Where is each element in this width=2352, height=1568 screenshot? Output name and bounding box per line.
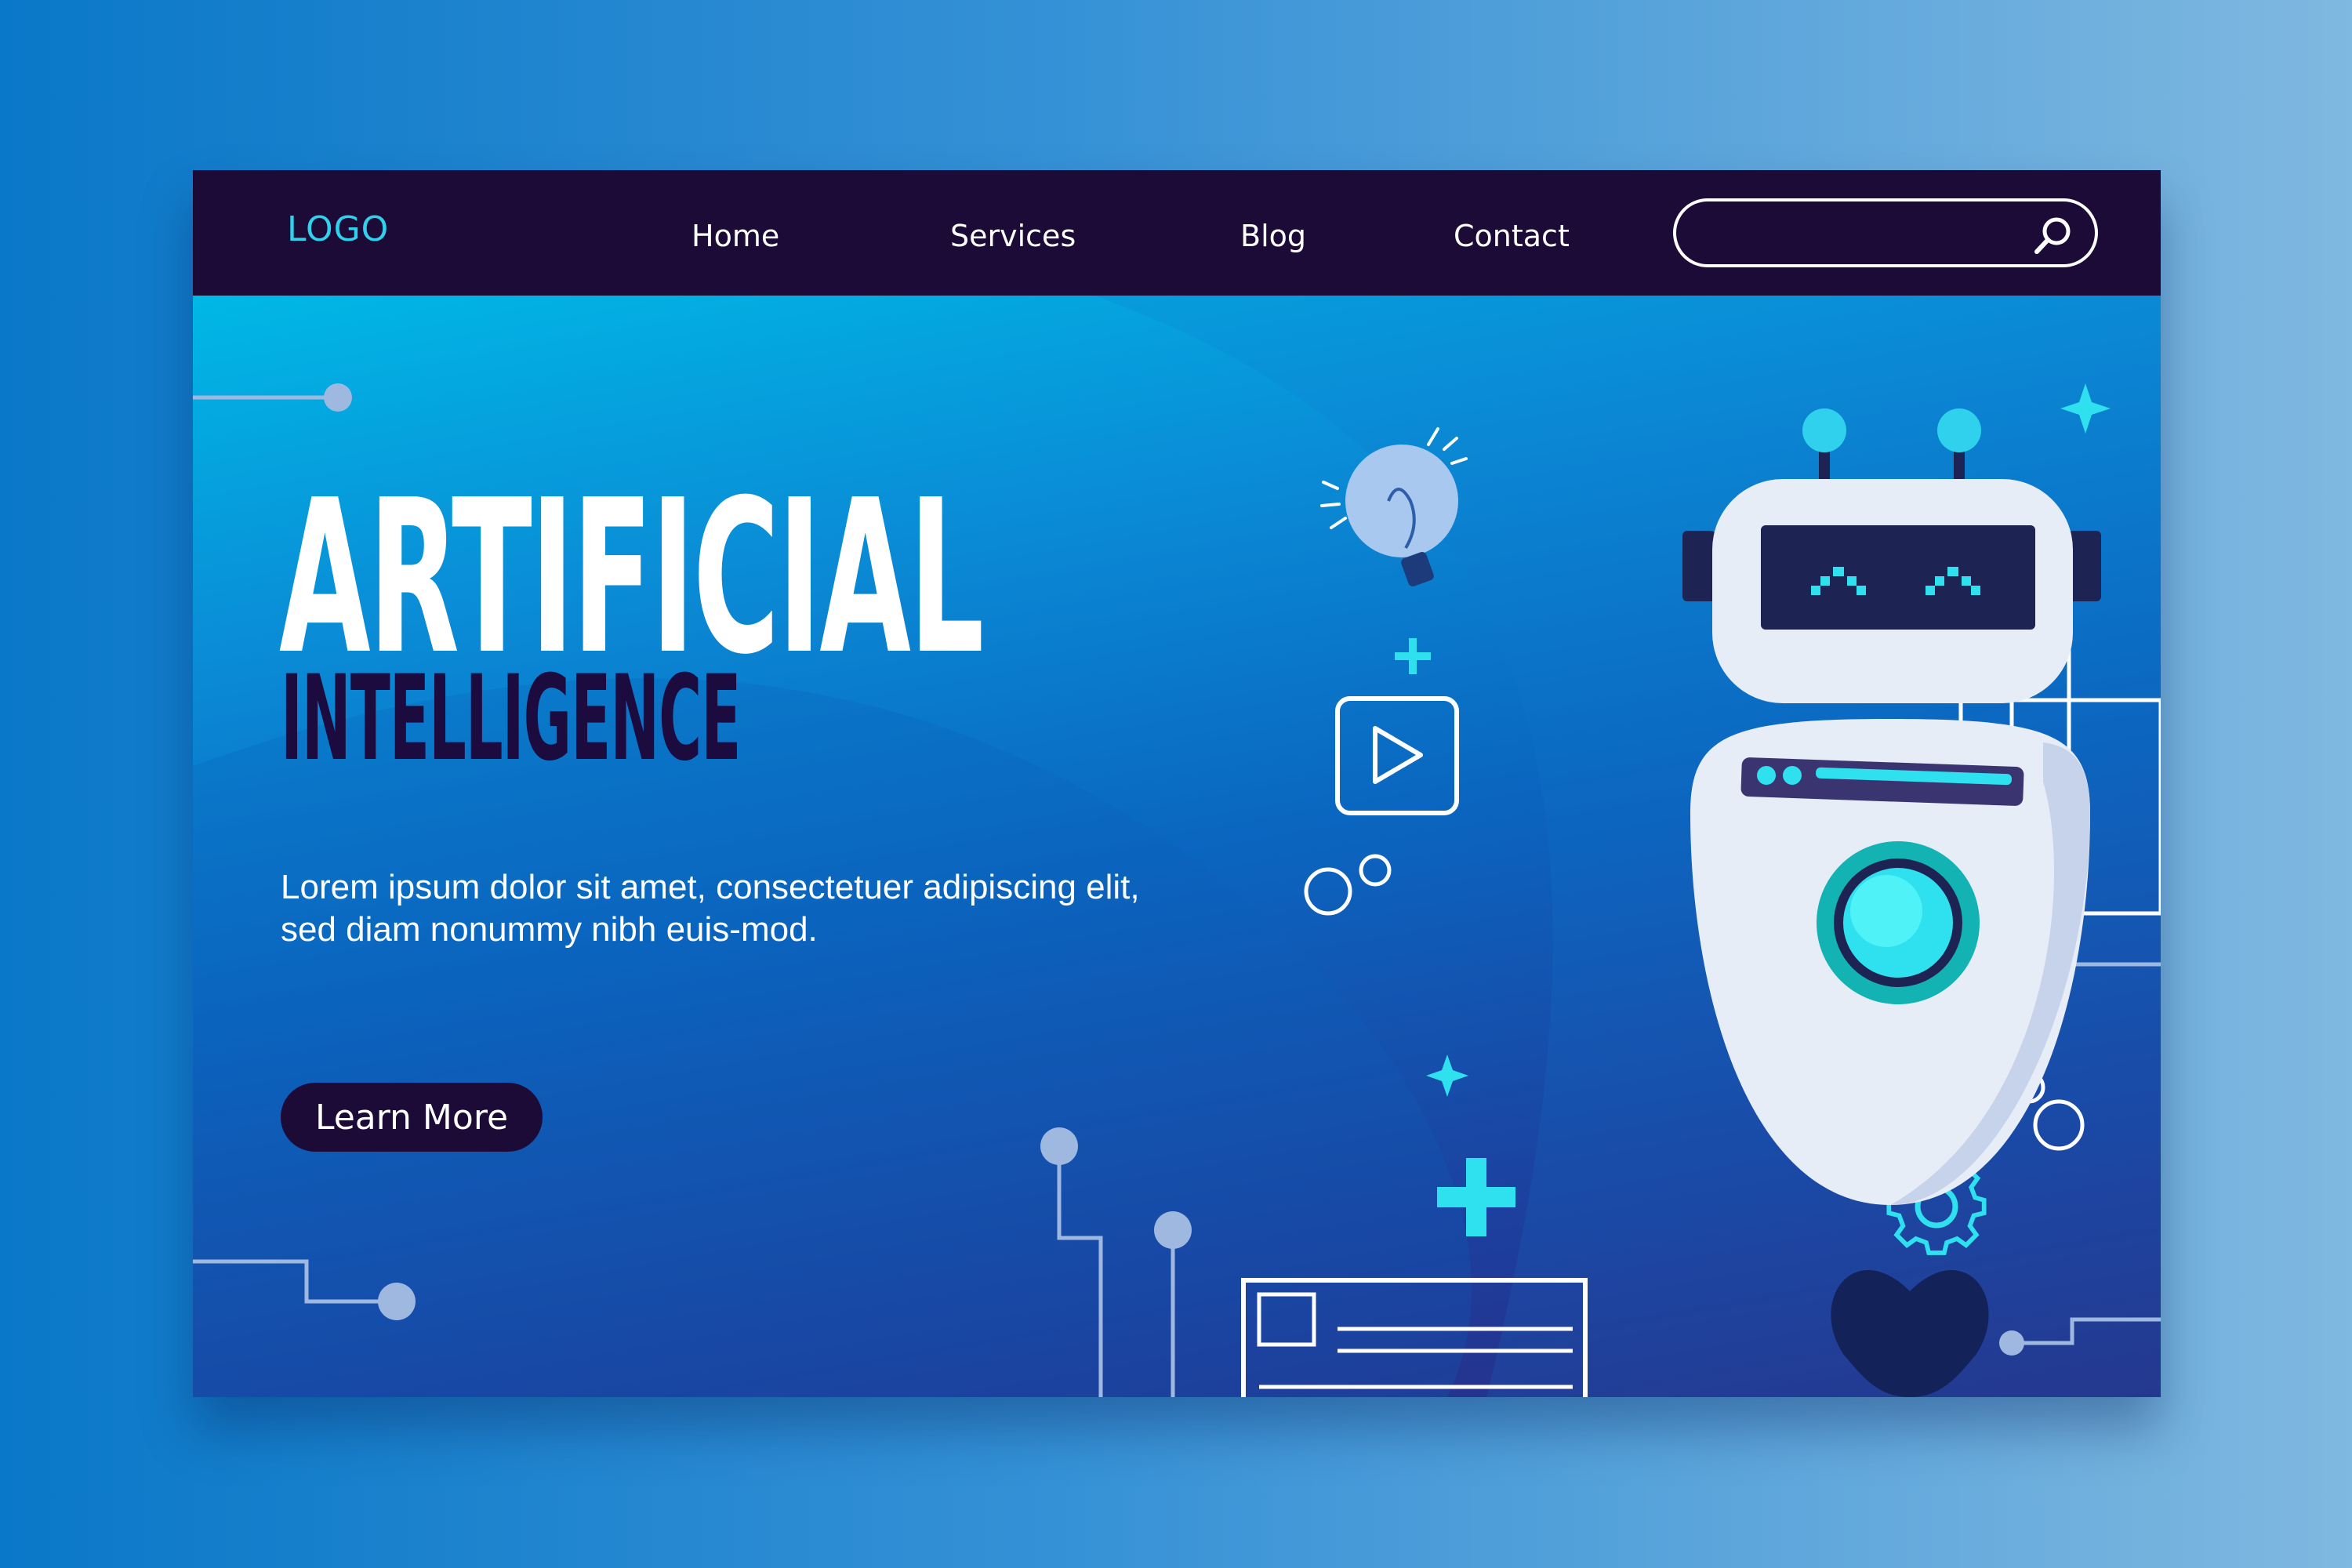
learn-more-button[interactable]: Learn More: [281, 1083, 543, 1152]
landing-page-card: LOGO Home Services Blog Contact ARTIFICI…: [193, 170, 2161, 1397]
nav-link-home[interactable]: Home: [691, 219, 779, 253]
hero-subtitle: INTELLIGENCE: [281, 651, 741, 787]
search-input[interactable]: [1700, 212, 2032, 255]
top-navbar: LOGO Home Services Blog Contact: [193, 170, 2161, 296]
search-icon[interactable]: [2032, 214, 2074, 256]
nav-link-services[interactable]: Services: [950, 219, 1076, 253]
search-box[interactable]: [1673, 198, 2098, 267]
nav-link-blog[interactable]: Blog: [1240, 219, 1306, 253]
nav-link-contact[interactable]: Contact: [1454, 219, 1570, 253]
hero-section: ARTIFICIAL INTELLIGENCE Lorem ipsum dolo…: [193, 296, 2161, 1397]
play-icon: [1335, 696, 1459, 815]
logo[interactable]: LOGO: [287, 209, 389, 249]
hero-description: Lorem ipsum dolor sit amet, consectetuer…: [281, 868, 1140, 949]
